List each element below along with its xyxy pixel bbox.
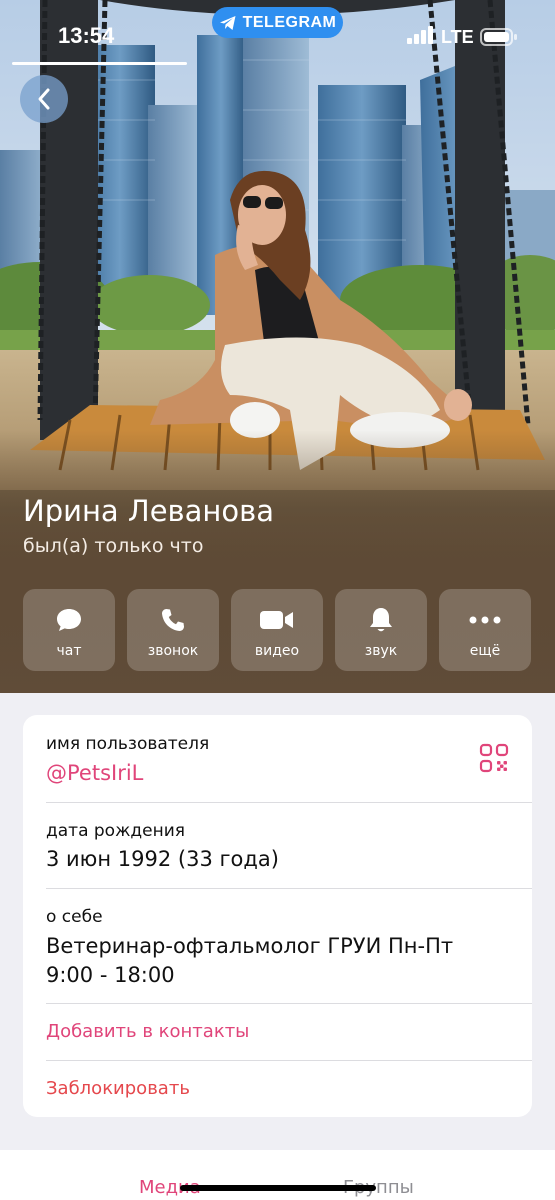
status-bar: 13:54 TELEGRAM LTE <box>0 0 555 70</box>
birthday-value: 3 июн 1992 (33 года) <box>46 847 279 871</box>
about-label: о себе <box>46 907 103 927</box>
username-label: имя пользователя <box>46 734 210 754</box>
call-label: звонок <box>147 643 199 659</box>
phone-icon <box>162 609 184 631</box>
sound-label: звук <box>364 643 398 659</box>
back-button[interactable] <box>20 75 68 123</box>
add-contact-row[interactable]: Добавить в контакты <box>23 1004 532 1060</box>
chat-bubble-icon <box>57 609 81 631</box>
media-tabs: Медиа Группы <box>0 1150 555 1200</box>
sound-button[interactable]: звук <box>335 589 427 671</box>
chevron-left-icon <box>38 88 50 110</box>
profile-name: Ирина Леванова <box>23 494 274 528</box>
video-label: видео <box>254 643 300 659</box>
about-line-1: Ветеринар-офтальмолог ГРУИ Пн-Пт <box>46 934 454 958</box>
telegram-return-pill[interactable]: TELEGRAM <box>212 7 343 38</box>
battery-icon <box>480 28 517 46</box>
birthday-label: дата рождения <box>46 821 186 841</box>
telegram-pill-label: TELEGRAM <box>242 13 337 31</box>
about-line-2: 9:00 - 18:00 <box>46 963 175 987</box>
username-row[interactable]: имя пользователя @PetsIriL <box>23 715 532 802</box>
profile-last-seen: был(а) только что <box>23 535 204 557</box>
profile-header: 13:54 TELEGRAM LTE Ирина Леванова был(а)… <box>0 0 555 693</box>
network-type: LTE <box>441 27 474 47</box>
more-dots-icon <box>469 616 501 624</box>
more-label: ещё <box>469 643 501 659</box>
qr-code-icon[interactable] <box>479 743 509 773</box>
bell-icon <box>370 608 392 632</box>
chat-button[interactable]: чат <box>23 589 115 671</box>
username-value[interactable]: @PetsIriL <box>46 761 143 785</box>
chat-label: чат <box>56 643 82 659</box>
video-button[interactable]: видео <box>231 589 323 671</box>
block-user-button[interactable]: Заблокировать <box>46 1078 190 1099</box>
home-indicator[interactable] <box>180 1185 376 1191</box>
cellular-signal-icon <box>407 26 433 44</box>
birthday-row: дата рождения 3 июн 1992 (33 года) <box>23 803 532 889</box>
more-button[interactable]: ещё <box>439 589 531 671</box>
call-button[interactable]: звонок <box>127 589 219 671</box>
telegram-plane-icon <box>219 15 236 30</box>
add-to-contacts-button[interactable]: Добавить в контакты <box>46 1021 249 1042</box>
action-buttons: чат звонок видео звук ещё <box>23 589 533 671</box>
about-row: о себе Ветеринар-офтальмолог ГРУИ Пн-Пт … <box>23 889 532 1004</box>
video-camera-icon <box>260 611 293 629</box>
profile-info-card: имя пользователя @PetsIriL дата рождения… <box>23 715 532 1117</box>
clock: 13:54 <box>58 23 115 48</box>
block-row[interactable]: Заблокировать <box>23 1061 532 1117</box>
